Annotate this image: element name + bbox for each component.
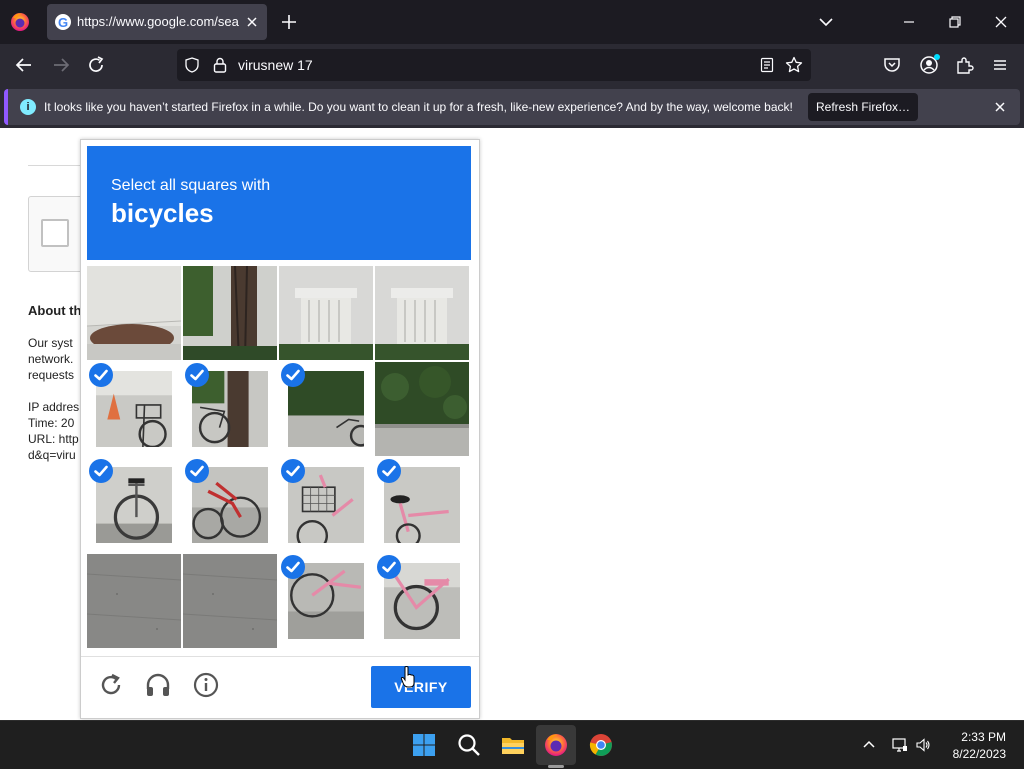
reader-view-icon[interactable] <box>759 57 775 73</box>
checkmark-icon <box>89 459 113 483</box>
page-text-line: network. <box>28 352 74 366</box>
tile-image <box>87 554 181 648</box>
captcha-tile[interactable] <box>183 458 277 552</box>
challenge-target: bicycles <box>111 198 214 228</box>
checkmark-icon <box>281 459 305 483</box>
search-icon[interactable] <box>455 731 483 759</box>
title-bar: G https://www.google.com/search <box>0 0 1024 44</box>
tracking-shield-icon[interactable] <box>184 57 200 73</box>
page-text-line: requests <box>28 368 75 382</box>
forward-button[interactable] <box>50 54 72 76</box>
captcha-tile[interactable] <box>375 458 469 552</box>
captcha-tile[interactable] <box>375 554 469 648</box>
clock-time[interactable]: 2:33 PM <box>954 730 1006 744</box>
back-button[interactable] <box>13 54 35 76</box>
checkmark-icon <box>377 555 401 579</box>
recaptcha-challenge: Select all squares with bicycles VERIFY <box>80 139 480 719</box>
extensions-icon[interactable] <box>953 54 975 76</box>
volume-icon[interactable] <box>915 737 931 753</box>
checkmark-icon <box>185 363 209 387</box>
page-divider <box>28 165 88 166</box>
tile-image <box>375 362 469 456</box>
captcha-tile[interactable] <box>183 554 277 648</box>
captcha-tile[interactable] <box>375 362 469 456</box>
checkmark-icon <box>281 555 305 579</box>
headphones-icon[interactable] <box>144 671 172 699</box>
page-text-line: d&q=viru <box>28 448 76 462</box>
tile-image <box>183 266 277 360</box>
captcha-tile[interactable] <box>279 458 373 552</box>
firefox-menu-icon[interactable] <box>8 10 32 34</box>
url-bar[interactable]: virusnew 17 <box>177 49 811 81</box>
new-tab-button[interactable] <box>278 11 300 33</box>
notification-bar: i It looks like you haven’t started Fire… <box>0 86 1024 128</box>
notification-message-box: i It looks like you haven’t started Fire… <box>4 89 1020 125</box>
captcha-tile[interactable] <box>279 554 373 648</box>
hamburger-menu-icon[interactable] <box>989 54 1011 76</box>
tile-image <box>183 554 277 648</box>
captcha-tile[interactable] <box>279 362 373 456</box>
captcha-tile[interactable] <box>183 266 277 360</box>
notification-accent <box>4 89 8 125</box>
tile-image <box>87 266 181 360</box>
challenge-instruction: Select all squares with <box>111 177 271 194</box>
chrome-icon[interactable] <box>587 731 615 759</box>
captcha-tile[interactable] <box>375 266 469 360</box>
tab-close-icon[interactable] <box>243 13 261 31</box>
captcha-tile[interactable] <box>183 362 277 456</box>
recaptcha-checkbox[interactable] <box>41 219 69 247</box>
tile-image <box>279 266 373 360</box>
navigation-toolbar: virusnew 17 <box>0 44 1024 86</box>
close-window-button[interactable] <box>991 12 1011 32</box>
firefox-icon[interactable] <box>542 731 570 759</box>
page-text-line: Time: 20 <box>28 416 75 430</box>
captcha-tile[interactable] <box>87 458 181 552</box>
captcha-tile[interactable] <box>279 266 373 360</box>
windows-start-icon[interactable] <box>410 731 438 759</box>
verify-button[interactable]: VERIFY <box>371 666 471 708</box>
captcha-tile[interactable] <box>87 362 181 456</box>
page-text-line: IP addres <box>28 400 80 414</box>
clock-date[interactable]: 8/22/2023 <box>946 747 1006 761</box>
challenge-header: Select all squares with bicycles <box>87 146 471 260</box>
minimize-button[interactable] <box>899 12 919 32</box>
account-notification-dot <box>934 54 940 60</box>
checkmark-icon <box>185 459 209 483</box>
chevron-up-icon[interactable] <box>861 737 877 753</box>
refresh-firefox-button[interactable]: Refresh Firefox… <box>808 93 918 121</box>
page-text-line: URL: http <box>28 432 79 446</box>
info-icon: i <box>20 99 36 115</box>
pocket-icon[interactable] <box>881 54 903 76</box>
captcha-tile[interactable] <box>87 266 181 360</box>
lock-icon[interactable] <box>211 56 229 74</box>
checkmark-icon <box>89 363 113 387</box>
url-text[interactable]: virusnew 17 <box>238 57 313 73</box>
info-icon[interactable] <box>192 671 220 699</box>
list-all-tabs-icon[interactable] <box>816 13 836 31</box>
restore-button[interactable] <box>945 12 965 32</box>
google-favicon-icon: G <box>55 14 71 30</box>
mouse-cursor-icon <box>400 665 416 689</box>
captcha-tile[interactable] <box>87 554 181 648</box>
bookmark-star-icon[interactable] <box>785 56 803 74</box>
reload-button[interactable] <box>85 54 107 76</box>
file-explorer-icon[interactable] <box>499 731 527 759</box>
reload-icon[interactable] <box>97 671 125 699</box>
about-heading: About th <box>28 303 82 318</box>
browser-tab[interactable]: G https://www.google.com/search <box>47 4 267 40</box>
notification-text: It looks like you haven’t started Firefo… <box>44 100 793 114</box>
taskbar: 2:33 PM 8/22/2023 <box>0 720 1024 769</box>
footer-divider <box>81 656 479 657</box>
checkmark-icon <box>281 363 305 387</box>
tab-title: https://www.google.com/search <box>77 14 239 29</box>
close-notification-icon[interactable] <box>992 99 1008 115</box>
network-icon[interactable] <box>892 737 908 753</box>
svg-text:G: G <box>58 15 68 30</box>
tile-image <box>375 266 469 360</box>
checkmark-icon <box>377 459 401 483</box>
page-text-line: Our syst <box>28 336 73 350</box>
